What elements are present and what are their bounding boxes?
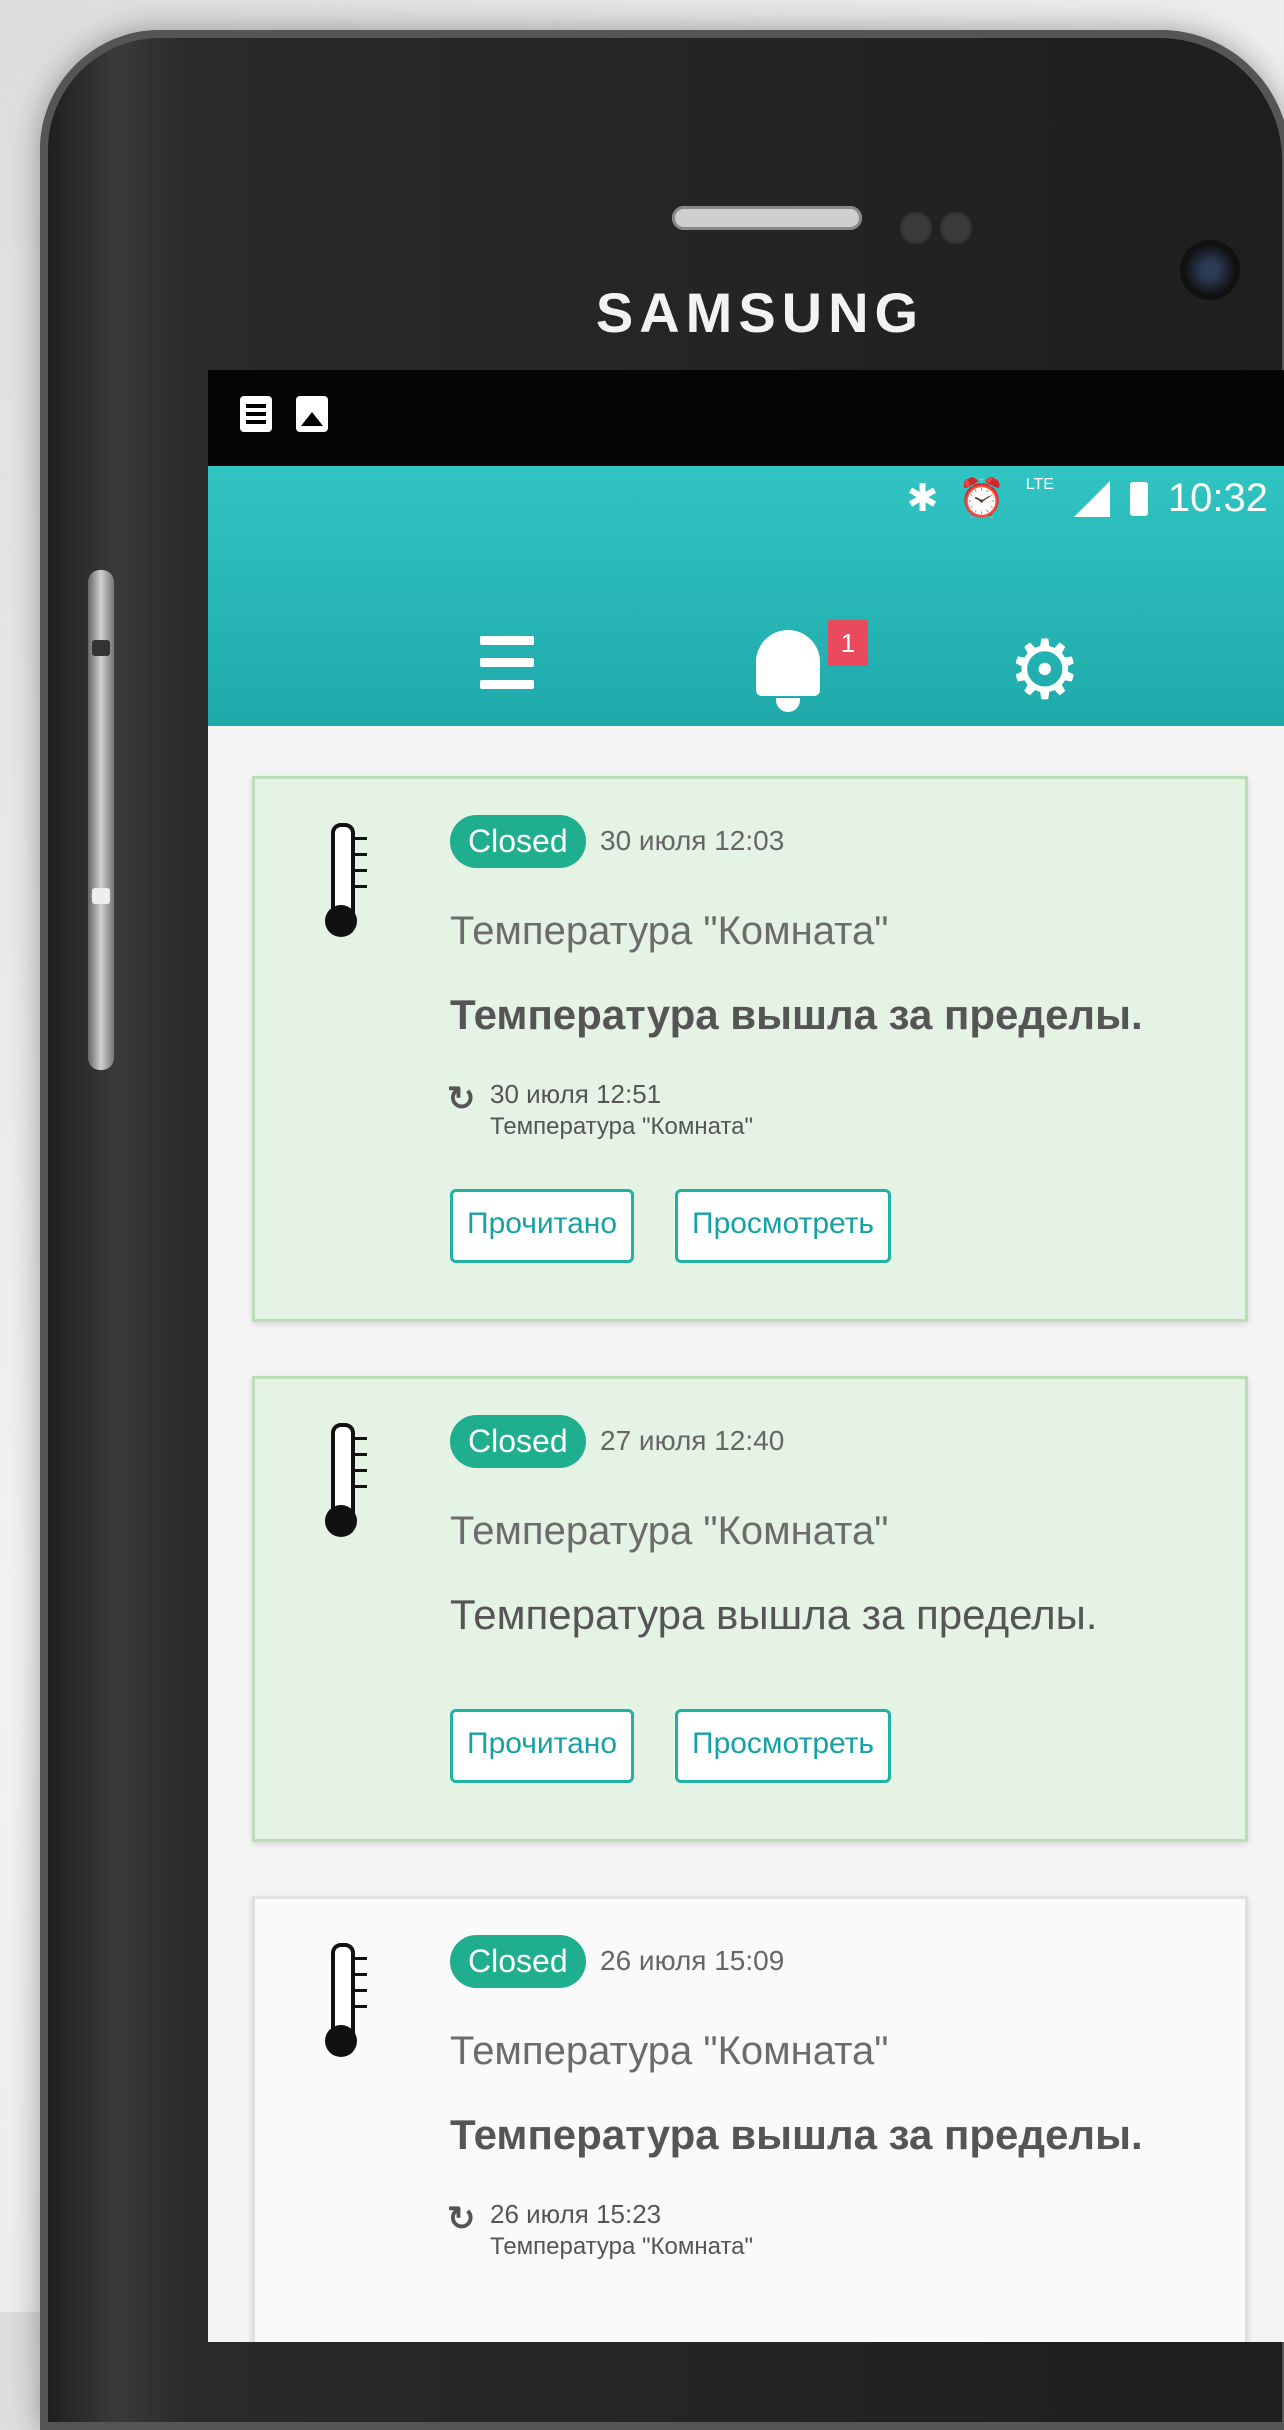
thermometer-icon	[325, 1943, 367, 2063]
battery-icon	[1129, 481, 1148, 516]
menu-icon	[480, 636, 534, 645]
notification-message: Температура вышла за пределы.	[450, 1591, 1098, 1638]
thermometer-icon	[325, 823, 367, 943]
status-badge: Closed	[450, 1415, 586, 1468]
gear-icon: ⚙	[1008, 625, 1082, 716]
app-bar: ✱ ⏰ LTE 10:32 1 ⚙	[208, 466, 1284, 726]
view-button[interactable]: Просмотреть	[675, 1709, 892, 1783]
device-name: Температура "Комната"	[450, 909, 889, 953]
notifications-button[interactable]	[748, 616, 828, 716]
history-device: Температура "Комната"	[490, 1113, 754, 1140]
network-type: LTE	[1025, 475, 1054, 493]
sensor-dot	[938, 210, 974, 246]
thermometer-icon	[325, 1423, 367, 1543]
screen: ✱ ⏰ LTE 10:32 1 ⚙ Closed 30 июля 12:03 Т…	[208, 370, 1284, 2342]
notification-list: Closed 30 июля 12:03 Температура "Комнат…	[208, 726, 1284, 2342]
notification-datetime: 26 июля 15:09	[600, 1945, 785, 1976]
device-name: Температура "Комната"	[450, 1509, 889, 1553]
bluetooth-icon: ✱	[906, 478, 939, 520]
notification-icon	[240, 396, 272, 432]
history-date: 26 июля 15:23	[490, 2199, 662, 2229]
history-date: 30 июля 12:51	[490, 1079, 662, 1109]
status-badge: Closed	[450, 815, 586, 868]
notification-card[interactable]: Closed 27 июля 12:40 Температура "Комнат…	[252, 1376, 1248, 1842]
notification-card[interactable]: Closed 26 июля 15:09 Температура "Комнат…	[252, 1896, 1248, 2342]
phone-frame: SAMSUNG ✱ ⏰ LTE 10:32 1 ⚙ Closed 30 июля…	[40, 30, 1284, 2430]
device-name: Температура "Комната"	[450, 2029, 889, 2073]
status-badge: Closed	[450, 1935, 586, 1988]
brand-logo: SAMSUNG	[595, 281, 925, 344]
mark-read-button[interactable]: Прочитано	[450, 1709, 634, 1783]
notification-message: Температура вышла за пределы.	[450, 2111, 1143, 2158]
volume-button	[88, 570, 114, 1070]
view-button[interactable]: Просмотреть	[675, 1189, 892, 1263]
history-icon: ↻	[447, 1080, 476, 1118]
history-device: Температура "Комната"	[490, 2233, 754, 2260]
front-camera	[1180, 240, 1240, 300]
status-bar	[208, 370, 1284, 466]
settings-button[interactable]: ⚙	[1008, 630, 1082, 712]
bell-icon	[756, 630, 820, 696]
notification-card[interactable]: Closed 30 июля 12:03 Температура "Комнат…	[252, 776, 1248, 1322]
status-time: 10:32	[1167, 476, 1268, 520]
notification-count-badge: 1	[828, 620, 868, 666]
notification-datetime: 27 июля 12:40	[600, 1425, 785, 1456]
mark-read-button[interactable]: Прочитано	[450, 1189, 634, 1263]
signal-icon	[1073, 480, 1110, 517]
history-icon: ↻	[447, 2200, 476, 2238]
sensor-dot	[898, 210, 934, 246]
alarm-icon: ⏰	[958, 477, 1006, 520]
earpiece-speaker	[672, 206, 862, 230]
menu-button[interactable]	[480, 636, 534, 696]
notification-message: Температура вышла за пределы.	[450, 991, 1143, 1038]
image-icon	[296, 396, 328, 432]
notification-datetime: 30 июля 12:03	[600, 825, 785, 856]
